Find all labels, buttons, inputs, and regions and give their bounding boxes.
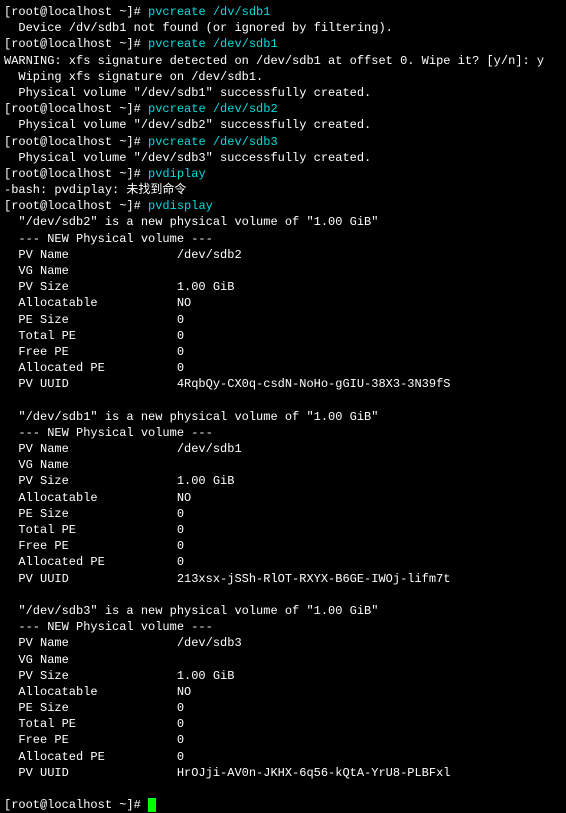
prompt-line: [root@localhost ~]# pvcreate /dev/sdb1: [4, 36, 562, 52]
shell-prompt: [root@localhost ~]#: [4, 102, 148, 116]
command-text: pvdisplay: [148, 199, 213, 213]
output-line: Allocatable NO: [4, 684, 562, 700]
output-line: VG Name: [4, 652, 562, 668]
command-text: pvcreate /dev/sdb2: [148, 102, 278, 116]
prompt-line: [root@localhost ~]# pvcreate /dev/sdb2: [4, 101, 562, 117]
output-line: Allocatable NO: [4, 295, 562, 311]
output-line: Allocated PE 0: [4, 554, 562, 570]
output-line: Wiping xfs signature on /dev/sdb1.: [4, 69, 562, 85]
shell-prompt: [root@localhost ~]#: [4, 37, 148, 51]
output-line: [4, 393, 562, 409]
output-line: Total PE 0: [4, 328, 562, 344]
command-text: pvcreate /dev/sdb1: [148, 37, 278, 51]
output-line: PV Name /dev/sdb1: [4, 441, 562, 457]
output-line: "/dev/sdb3" is a new physical volume of …: [4, 603, 562, 619]
prompt-line: [root@localhost ~]# pvcreate /dev/sdb3: [4, 134, 562, 150]
cursor-icon: [148, 798, 156, 812]
output-line: WARNING: xfs signature detected on /dev/…: [4, 53, 562, 69]
output-line: PV Size 1.00 GiB: [4, 668, 562, 684]
output-line: PV UUID 4RqbQy-CX0q-csdN-NoHo-gGIU-38X3-…: [4, 376, 562, 392]
prompt-line: [root@localhost ~]# pvcreate /dv/sdb1: [4, 4, 562, 20]
output-line: Physical volume "/dev/sdb3" successfully…: [4, 150, 562, 166]
prompt-line[interactable]: [root@localhost ~]#: [4, 797, 562, 813]
output-line: Physical volume "/dev/sdb1" successfully…: [4, 85, 562, 101]
shell-prompt: [root@localhost ~]#: [4, 798, 148, 812]
command-text: pvdiplay: [148, 167, 206, 181]
shell-prompt: [root@localhost ~]#: [4, 199, 148, 213]
output-line: Allocated PE 0: [4, 749, 562, 765]
output-line: VG Name: [4, 457, 562, 473]
output-line: PE Size 0: [4, 312, 562, 328]
output-line: "/dev/sdb1" is a new physical volume of …: [4, 409, 562, 425]
output-line: PV Size 1.00 GiB: [4, 279, 562, 295]
output-line: PV UUID HrOJji-AV0n-JKHX-6q56-kQtA-YrU8-…: [4, 765, 562, 781]
output-line: Device /dv/sdb1 not found (or ignored by…: [4, 20, 562, 36]
output-line: --- NEW Physical volume ---: [4, 619, 562, 635]
output-line: [4, 587, 562, 603]
shell-prompt: [root@localhost ~]#: [4, 135, 148, 149]
output-line: PV Name /dev/sdb3: [4, 635, 562, 651]
output-line: VG Name: [4, 263, 562, 279]
output-line: Allocatable NO: [4, 490, 562, 506]
output-line: PE Size 0: [4, 700, 562, 716]
command-text: pvcreate /dev/sdb3: [148, 135, 278, 149]
shell-prompt: [root@localhost ~]#: [4, 167, 148, 181]
shell-prompt: [root@localhost ~]#: [4, 5, 148, 19]
output-line: PV Size 1.00 GiB: [4, 473, 562, 489]
output-line: PV UUID 213xsx-jSSh-RlOT-RXYX-B6GE-IWOj-…: [4, 571, 562, 587]
output-line: Free PE 0: [4, 344, 562, 360]
prompt-line: [root@localhost ~]# pvdisplay: [4, 198, 562, 214]
output-line: Total PE 0: [4, 716, 562, 732]
output-line: Free PE 0: [4, 538, 562, 554]
output-line: PE Size 0: [4, 506, 562, 522]
output-line: [4, 781, 562, 797]
output-line: Free PE 0: [4, 732, 562, 748]
output-line: --- NEW Physical volume ---: [4, 231, 562, 247]
command-text: pvcreate /dv/sdb1: [148, 5, 270, 19]
terminal-output: [root@localhost ~]# pvcreate /dv/sdb1 De…: [4, 4, 562, 813]
prompt-line: [root@localhost ~]# pvdiplay: [4, 166, 562, 182]
output-line: --- NEW Physical volume ---: [4, 425, 562, 441]
output-line: PV Name /dev/sdb2: [4, 247, 562, 263]
output-line: -bash: pvdiplay: 未找到命令: [4, 182, 562, 198]
output-line: Physical volume "/dev/sdb2" successfully…: [4, 117, 562, 133]
output-line: "/dev/sdb2" is a new physical volume of …: [4, 214, 562, 230]
output-line: Allocated PE 0: [4, 360, 562, 376]
output-line: Total PE 0: [4, 522, 562, 538]
